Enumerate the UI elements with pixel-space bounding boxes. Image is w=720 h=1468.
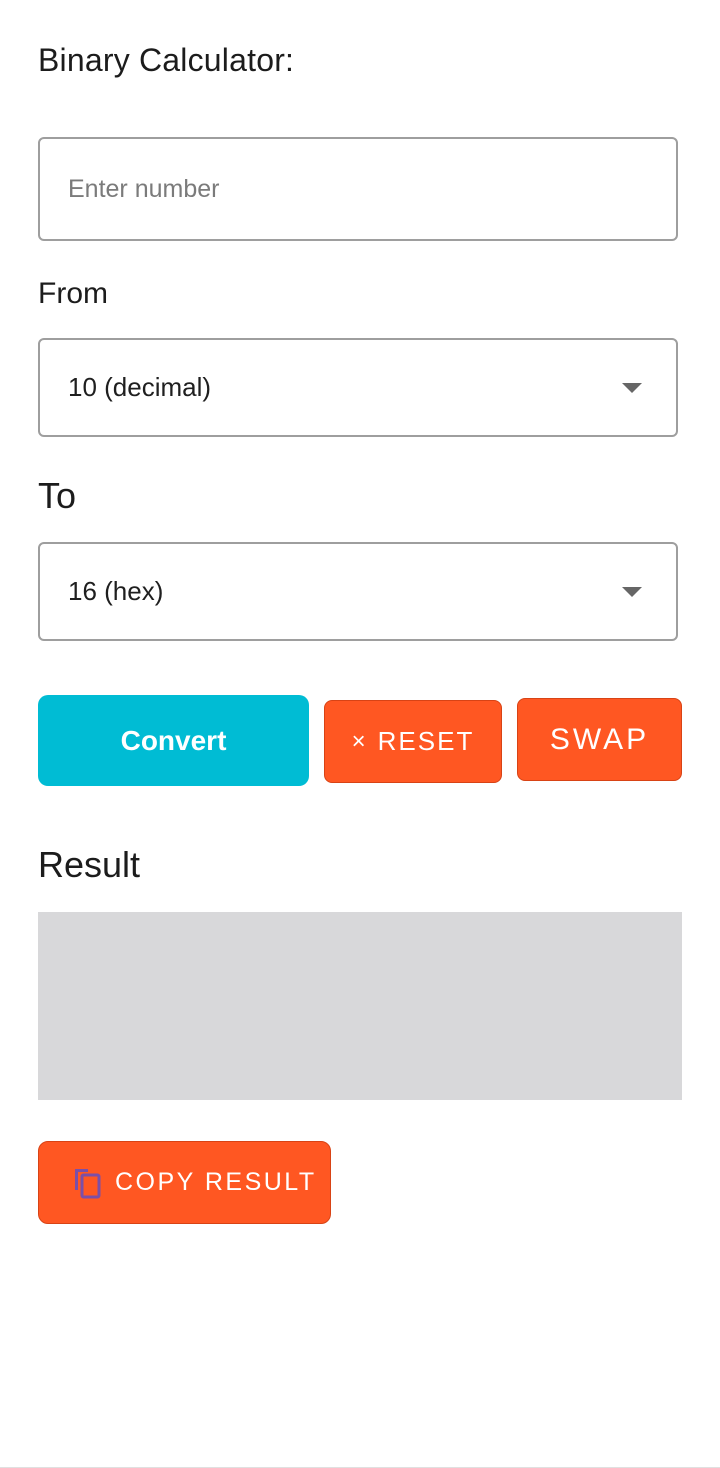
to-base-dropdown[interactable]: 16 (hex)	[38, 542, 678, 641]
result-output	[38, 912, 682, 1100]
result-label: Result	[38, 844, 141, 885]
to-label: To	[38, 475, 77, 516]
number-input[interactable]	[40, 139, 676, 239]
swap-button-label: SWAP	[549, 722, 650, 756]
copy-icon	[71, 1166, 103, 1200]
copy-result-button[interactable]: COPY RESULT	[38, 1141, 331, 1224]
swap-button[interactable]: SWAP	[517, 698, 682, 781]
dropdown-arrow-icon	[622, 382, 642, 393]
to-base-value: 16 (hex)	[68, 576, 164, 606]
from-base-dropdown[interactable]: 10 (decimal)	[38, 338, 678, 437]
dropdown-arrow-icon	[622, 586, 642, 597]
page-title: Binary Calculator:	[38, 42, 295, 78]
from-base-value: 10 (decimal)	[68, 372, 212, 402]
close-icon: ×	[351, 727, 366, 755]
reset-button[interactable]: × RESET	[324, 700, 502, 783]
convert-button[interactable]: Convert	[38, 695, 309, 786]
number-input-field[interactable]	[38, 137, 678, 241]
reset-button-label: RESET	[377, 726, 475, 756]
from-label: From	[38, 277, 108, 310]
convert-button-label: Convert	[120, 724, 227, 756]
copy-result-label: COPY RESULT	[115, 1168, 317, 1196]
